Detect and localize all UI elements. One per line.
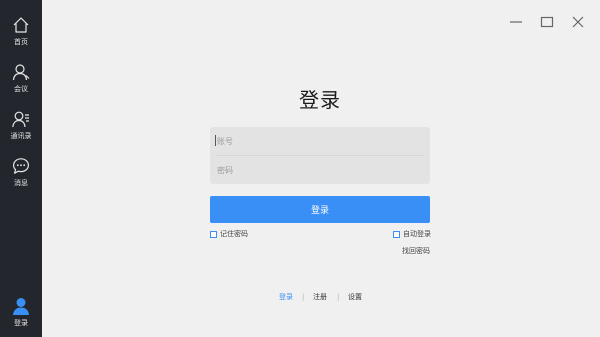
sidebar: 首页 会议 通讯录 消息 登录 bbox=[0, 0, 42, 337]
password-field[interactable] bbox=[210, 156, 430, 184]
sidebar-item-contacts[interactable]: 通讯录 bbox=[0, 110, 42, 150]
window-controls bbox=[508, 14, 586, 30]
sidebar-item-label: 首页 bbox=[14, 38, 28, 46]
sidebar-item-messages[interactable]: 消息 bbox=[0, 157, 42, 197]
settings-link[interactable]: 设置 bbox=[348, 292, 362, 302]
text-cursor bbox=[215, 135, 216, 146]
minimize-icon bbox=[510, 21, 522, 23]
chat-icon bbox=[13, 158, 29, 174]
remember-password-option[interactable]: 记住密码 bbox=[210, 229, 248, 239]
sidebar-item-meeting[interactable]: 会议 bbox=[0, 63, 42, 103]
auto-login-checkbox[interactable] bbox=[393, 230, 400, 238]
bottom-login-link[interactable]: 登录 bbox=[279, 292, 293, 302]
home-icon bbox=[13, 17, 29, 33]
account-field[interactable] bbox=[210, 127, 430, 155]
auto-login-label: 自动登录 bbox=[403, 230, 431, 238]
auto-login-option[interactable]: 自动登录 bbox=[393, 229, 431, 239]
sidebar-item-label: 通讯录 bbox=[10, 132, 32, 140]
remember-password-checkbox[interactable] bbox=[210, 230, 217, 238]
sidebar-item-home[interactable]: 首页 bbox=[0, 16, 42, 56]
close-button[interactable] bbox=[570, 14, 586, 30]
contacts-icon bbox=[12, 111, 29, 128]
maximize-button[interactable] bbox=[539, 14, 555, 30]
bottom-links: 登录 | 注册 | 设置 bbox=[0, 292, 600, 302]
register-link[interactable]: 注册 bbox=[313, 292, 327, 302]
sidebar-item-login[interactable]: 登录 bbox=[0, 297, 42, 337]
user-icon bbox=[12, 64, 30, 81]
sidebar-item-label: 消息 bbox=[14, 179, 28, 187]
credentials-box bbox=[210, 127, 430, 184]
link-separator: | bbox=[302, 293, 305, 301]
link-separator: | bbox=[337, 293, 340, 301]
sidebar-item-label: 登录 bbox=[14, 319, 28, 327]
forgot-password-link[interactable]: 找回密码 bbox=[380, 246, 430, 256]
login-button[interactable]: 登录 bbox=[210, 196, 430, 223]
minimize-button[interactable] bbox=[508, 14, 524, 30]
page-title: 登录 bbox=[299, 88, 341, 112]
sidebar-item-label: 会议 bbox=[14, 85, 28, 93]
maximize-icon bbox=[540, 16, 554, 28]
remember-password-label: 记住密码 bbox=[220, 230, 248, 238]
close-icon bbox=[572, 16, 584, 28]
